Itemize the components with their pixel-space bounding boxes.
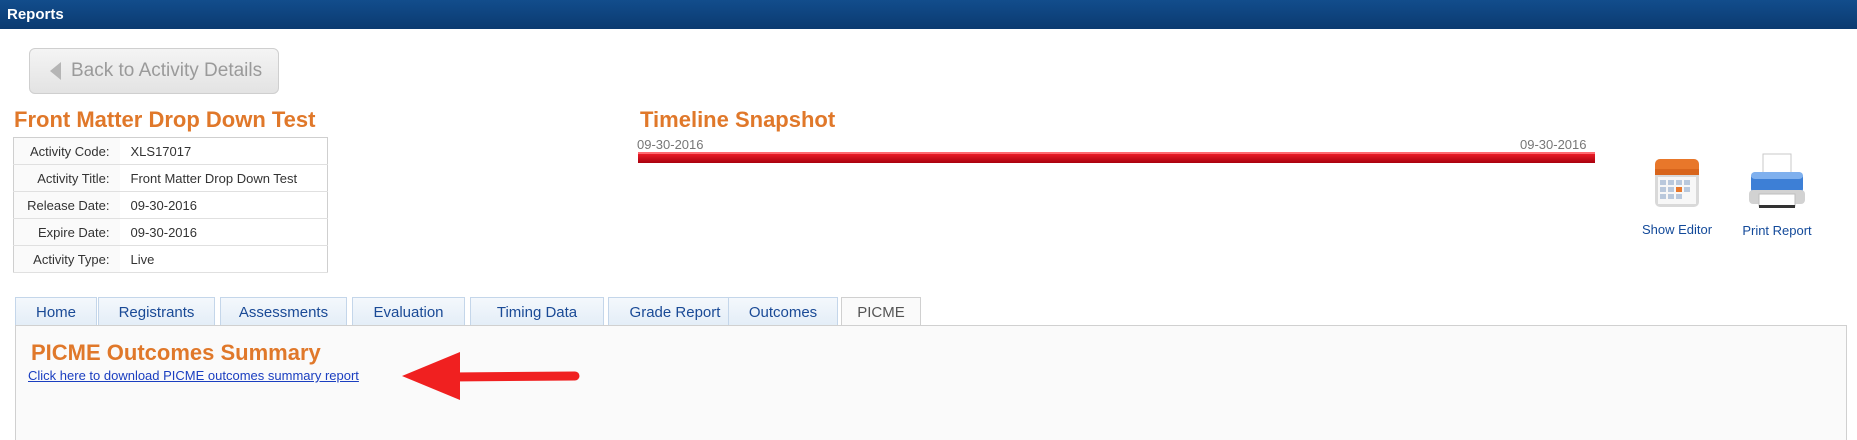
red-arrow-annotation (402, 352, 580, 400)
